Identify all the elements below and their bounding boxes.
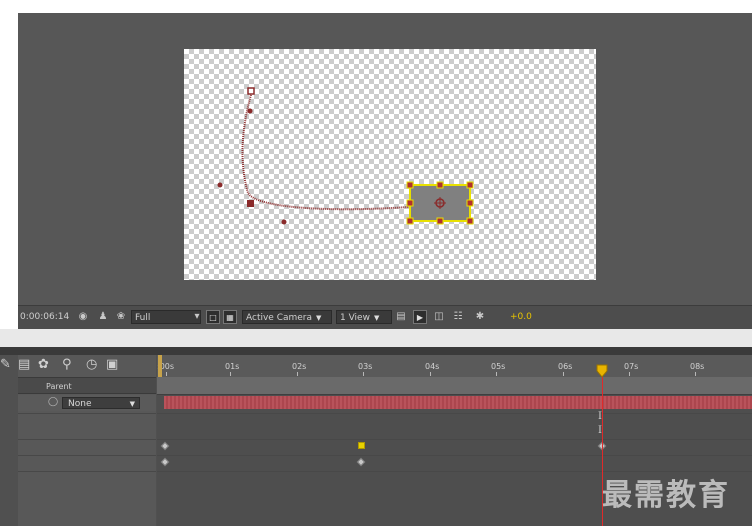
view-layout-value: 1 View <box>340 313 370 323</box>
flowchart-icon[interactable]: ☷ <box>451 310 465 324</box>
chevron-down-icon: ▼ <box>316 314 322 322</box>
ruler-label: 07s <box>624 362 639 371</box>
composition-panel <box>18 13 752 305</box>
keyframe[interactable] <box>356 457 366 467</box>
chevron-down-icon: ▼ <box>129 400 135 408</box>
frame-blending-icon[interactable]: ▤ <box>18 357 30 372</box>
ruler-label: 02s <box>292 362 307 371</box>
fast-preview-icon[interactable]: ▶ <box>413 310 427 324</box>
ruler-label: 06s <box>558 362 573 371</box>
view-layout-select[interactable]: 1 View ▼ <box>336 310 392 324</box>
pick-whip-icon[interactable]: ◯ <box>48 397 58 407</box>
timeline-icon[interactable]: ◫ <box>432 310 446 324</box>
watermark: 最需教育 <box>602 478 730 513</box>
row-divider <box>18 471 156 472</box>
ruler-tick <box>629 372 630 376</box>
ruler-label: 04s <box>425 362 440 371</box>
3d-view-select[interactable]: Active Camera ▼ <box>242 310 332 324</box>
resolution-value: Full <box>135 313 151 323</box>
layer-handle[interactable] <box>436 217 444 225</box>
exposure-value[interactable]: +0.0 <box>510 310 532 324</box>
time-ruler[interactable]: :00s 01s 02s 03s 04s 05s 06s 07s 08s <box>157 355 752 378</box>
panel-divider <box>0 329 752 347</box>
current-time-display[interactable]: 0:00:06:14 <box>18 310 69 324</box>
ruler-label: 03s <box>358 362 373 371</box>
layer-handle[interactable] <box>466 217 474 225</box>
parent-column-header: Parent <box>18 377 156 394</box>
row-divider <box>157 413 752 414</box>
timeline-switches: ✎ ▤ ✿ ⚲ ◷ ▣ <box>0 355 156 377</box>
parent-value: None <box>68 399 92 409</box>
color-channels-icon[interactable]: ❀ <box>114 310 128 324</box>
viewer-toolbar: 0:00:06:14 ◉ ♟ ❀ Full ▾ □ ▦ Active Camer… <box>18 305 752 330</box>
row-divider <box>157 455 752 456</box>
layer-handle[interactable] <box>406 199 414 207</box>
row-divider <box>18 439 156 440</box>
timeline-tab-bar <box>0 347 752 355</box>
ruler-tick <box>496 372 497 376</box>
layer-handle[interactable] <box>466 181 474 189</box>
graph-editor-icon[interactable]: ⚲ <box>62 357 72 372</box>
layer-columns: ✎ ▤ ✿ ⚲ ◷ ▣ Parent ◯ None ▼ <box>0 355 156 526</box>
layer-handle[interactable] <box>406 181 414 189</box>
row-divider <box>18 455 156 456</box>
bezier-handle[interactable] <box>217 182 223 188</box>
ruler-label: 08s <box>690 362 705 371</box>
ruler-tick <box>166 372 167 376</box>
path-keyframe[interactable] <box>247 200 254 207</box>
app-window: 0:00:06:14 ◉ ♟ ❀ Full ▾ □ ▦ Active Camer… <box>0 0 752 526</box>
work-area-bar[interactable] <box>157 377 752 395</box>
ruler-tick <box>563 372 564 376</box>
chevron-down-icon[interactable]: ▾ <box>190 310 204 324</box>
layer-handle[interactable] <box>406 217 414 225</box>
layer-handle[interactable] <box>466 199 474 207</box>
camera-value: Active Camera <box>246 313 313 323</box>
ruler-tick <box>230 372 231 376</box>
keyframe[interactable] <box>160 457 170 467</box>
selected-keyframe[interactable] <box>358 442 365 449</box>
row-divider <box>18 413 156 414</box>
transparency-grid-icon[interactable]: ▦ <box>223 310 237 324</box>
cti-handle-icon[interactable] <box>596 364 608 378</box>
pen-tool-icon[interactable]: ✎ <box>0 357 11 372</box>
bezier-handle[interactable] <box>281 219 287 225</box>
reset-exposure-icon[interactable]: ✱ <box>473 310 487 324</box>
ruler-label: 01s <box>225 362 240 371</box>
ruler-tick <box>430 372 431 376</box>
row-divider <box>157 439 752 440</box>
keyframe[interactable] <box>160 441 170 451</box>
bezier-handle[interactable] <box>247 108 253 114</box>
camera-snapshot-icon[interactable]: ◉ <box>76 310 90 324</box>
layer-duration-bar[interactable] <box>164 396 752 409</box>
path-keyframe[interactable] <box>247 87 255 95</box>
ruler-label: 05s <box>491 362 506 371</box>
ruler-tick <box>297 372 298 376</box>
roi-icon[interactable]: □ <box>206 310 220 324</box>
stopwatch-icon[interactable]: ◷ <box>86 357 97 372</box>
shy-layers-icon[interactable]: ▣ <box>106 357 118 372</box>
chevron-down-icon: ▼ <box>373 314 380 322</box>
show-snapshot-icon[interactable]: ♟ <box>96 310 110 324</box>
ruler-tick <box>363 372 364 376</box>
layer-handle[interactable] <box>436 181 444 189</box>
ruler-tick <box>695 372 696 376</box>
layer-row[interactable]: ◯ None ▼ <box>18 395 156 411</box>
motion-path-overlay <box>217 87 474 225</box>
parent-select[interactable]: None ▼ <box>62 397 140 409</box>
pixel-aspect-icon[interactable]: ▤ <box>394 310 408 324</box>
motion-blur-icon[interactable]: ✿ <box>38 357 49 372</box>
